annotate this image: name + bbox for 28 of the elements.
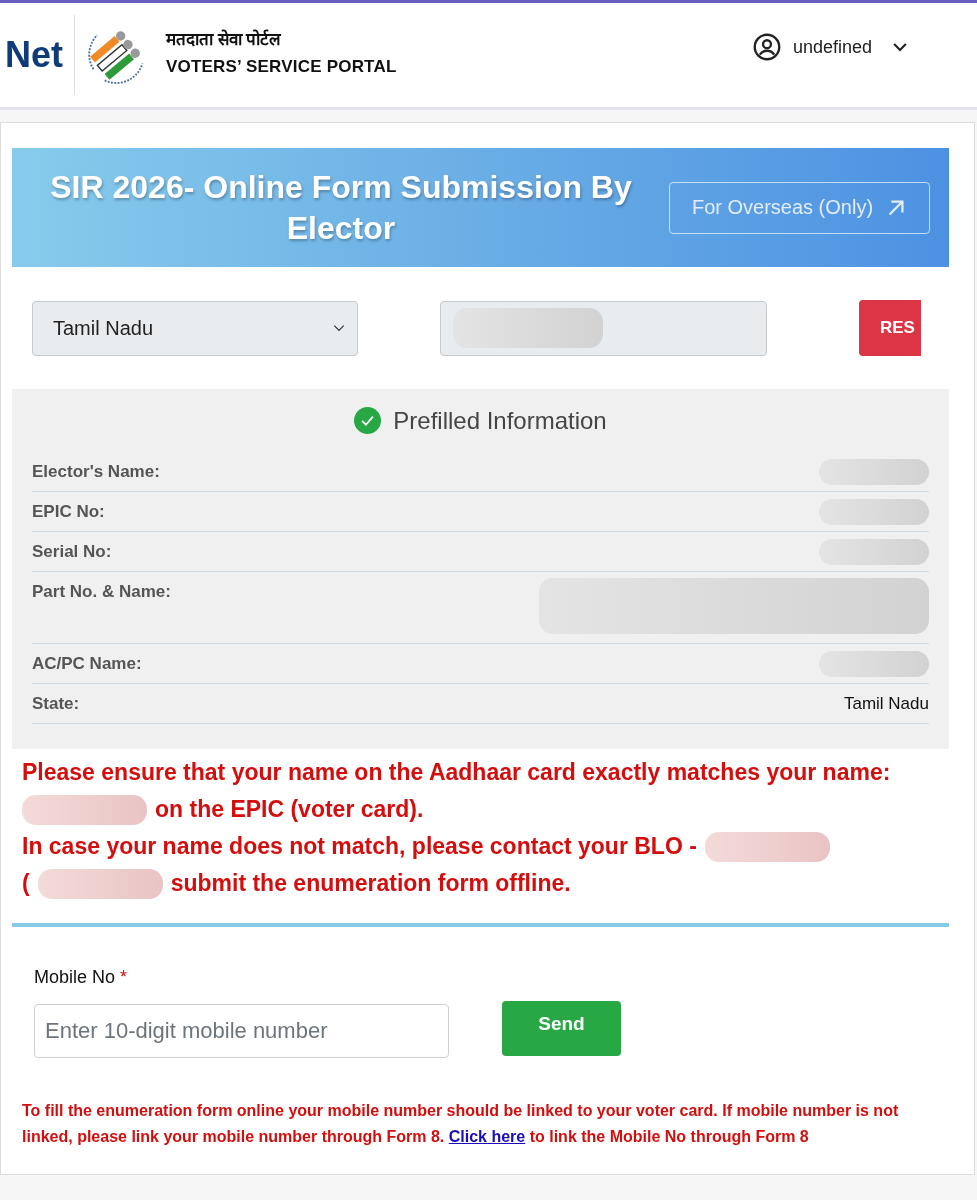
- prefilled-title: Prefilled Information: [393, 406, 607, 435]
- field-value: Tamil Nadu: [843, 694, 929, 714]
- notice-text: In case your name does not match, please contact your BLO -: [22, 832, 697, 861]
- form-8-link[interactable]: Click here: [448, 1128, 526, 1145]
- user-menu-button[interactable]: undefined: [752, 33, 910, 61]
- check-circle-icon: [354, 407, 382, 434]
- mobile-input-field[interactable]: Enter 10-digit mobile number: [34, 1004, 449, 1058]
- field-label: Elector's Name:: [32, 462, 160, 482]
- notice-text: (: [22, 869, 30, 898]
- field-label: Serial No:: [32, 542, 112, 562]
- field-label: AC/PC Name:: [32, 654, 142, 674]
- field-label: EPIC No:: [32, 502, 105, 522]
- notice-text: Please ensure that your name on the Aadhaar card exactly matches your name:: [22, 758, 891, 787]
- notice-text: on the EPIC (voter card).: [155, 795, 424, 824]
- brand-text: Net: [5, 34, 63, 76]
- epic-input-field[interactable]: [440, 300, 767, 356]
- banner-title: SIR 2026- Online Form Submission By Elector: [49, 167, 633, 248]
- state-select[interactable]: Tamil Nadu: [32, 300, 358, 356]
- portal-title-hindi: मतदाता सेवा पोर्टल: [166, 28, 283, 50]
- user-circle-icon: [752, 33, 781, 61]
- notice-text: submit the enumeration form offline.: [170, 869, 571, 898]
- field-label: State:: [32, 694, 80, 714]
- reset-button[interactable]: RES: [859, 300, 921, 356]
- mobile-label: Mobile No: [34, 967, 116, 987]
- required-mark: *: [120, 967, 128, 987]
- field-label: Part No. & Name:: [32, 582, 171, 602]
- mobile-link-note: To fill the enumeration form online your mobile number should be linked to your voter card. If mobile number is not linked, please link your mobile number through Form 8. Click here to link the Mobile No through Form 8: [22, 1101, 900, 1147]
- portal-title: VOTERS’ SERVICE PORTAL: [166, 57, 397, 77]
